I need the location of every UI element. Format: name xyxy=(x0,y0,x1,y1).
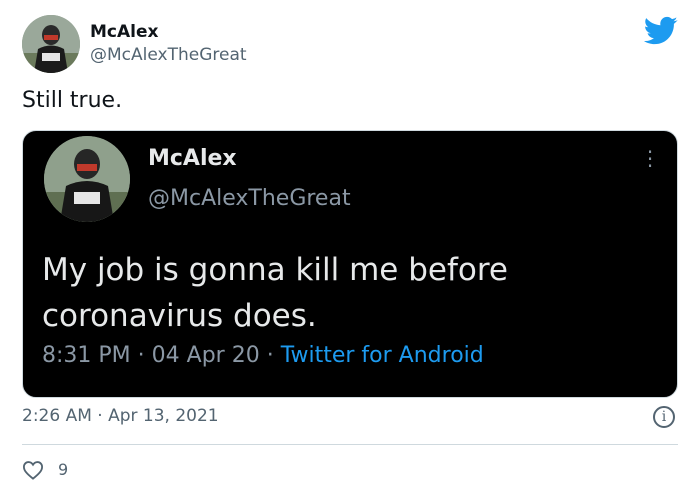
info-icon[interactable]: i xyxy=(653,406,675,428)
divider xyxy=(22,444,678,445)
author-name[interactable]: McAlex xyxy=(90,22,158,42)
meta-separator: · xyxy=(137,343,145,368)
author-handle[interactable]: @McAlexTheGreat xyxy=(90,45,247,65)
tweet-card: McAlex @McAlexTheGreat Still true. McAle… xyxy=(0,0,700,498)
twitter-bird-icon[interactable] xyxy=(644,16,678,46)
embedded-meta: 8:31 PM · 04 Apr 20 · Twitter for Androi… xyxy=(42,343,484,368)
like-count[interactable]: 9 xyxy=(58,460,68,479)
embedded-avatar xyxy=(44,136,130,222)
embedded-tweet-text: My job is gonna kill me before coronavir… xyxy=(42,252,508,334)
embedded-date: 04 Apr 20 xyxy=(151,343,260,368)
tweet-text: Still true. xyxy=(22,88,123,113)
meta-separator: · xyxy=(266,343,274,368)
more-options-icon: · · · xyxy=(646,140,654,178)
embedded-source: Twitter for Android xyxy=(280,343,484,368)
author-avatar[interactable] xyxy=(22,15,80,73)
embedded-author-name: McAlex xyxy=(148,146,237,171)
embedded-author-handle: @McAlexTheGreat xyxy=(148,186,351,211)
embedded-time: 8:31 PM xyxy=(42,343,131,368)
embedded-tweet-screenshot[interactable]: McAlex @McAlexTheGreat · · · My job is gon… xyxy=(22,130,678,398)
tweet-timestamp[interactable]: 2:26 AM · Apr 13, 2021 xyxy=(22,406,219,426)
heart-icon[interactable] xyxy=(22,460,44,480)
